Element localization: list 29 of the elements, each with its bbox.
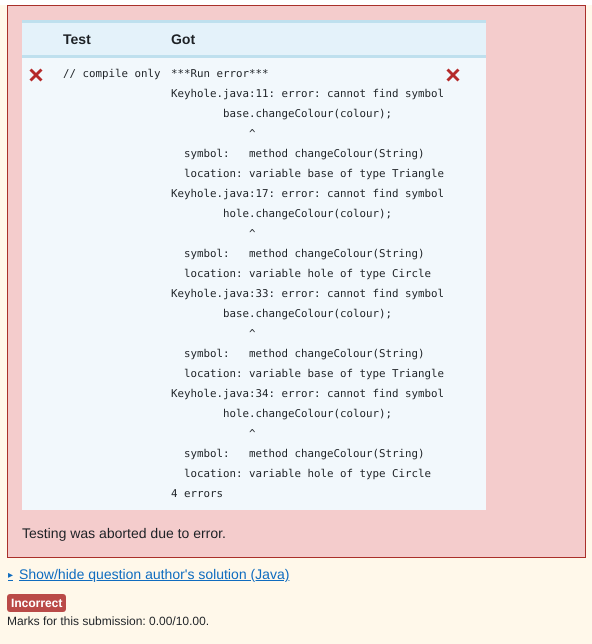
- error-message: Testing was aborted due to error.: [22, 525, 226, 541]
- output-line: 4 errors: [171, 486, 224, 502]
- output-line: base.changeColour(colour);: [222, 306, 392, 322]
- marks-text: Marks for this submission: 0.00/10.00.: [7, 614, 210, 628]
- output-line: hole.changeColour(colour);: [222, 206, 392, 222]
- output-line: Keyhole.java:17: error: cannot find symbol: [171, 186, 444, 202]
- output-line: hole.changeColour(colour);: [222, 406, 392, 422]
- output-line: location: variable hole of type Circle: [183, 266, 432, 282]
- output-line: symbol: method changeColour(String): [183, 146, 425, 162]
- output-line: ^: [248, 226, 256, 242]
- output-line: ^: [248, 126, 256, 142]
- test-cell-text: // compile only: [63, 66, 161, 82]
- grade-badge: Incorrect: [7, 594, 66, 612]
- output-line: ^: [248, 426, 256, 442]
- output-line: ^: [248, 326, 256, 342]
- output-line: symbol: method changeColour(String): [183, 346, 425, 362]
- output-line: Keyhole.java:34: error: cannot find symbol: [171, 386, 444, 402]
- output-line: symbol: method changeColour(String): [183, 246, 425, 262]
- output-line: symbol: method changeColour(String): [183, 446, 425, 462]
- output-line: base.changeColour(colour);: [222, 106, 392, 122]
- output-line: location: variable base of type Triangle: [183, 366, 444, 382]
- column-header: Test: [63, 31, 91, 47]
- output-line: ***Run error***: [171, 66, 269, 82]
- solution-link[interactable]: ▸ Show/hide question author's solution (Java): [8, 566, 290, 582]
- output-line: location: variable hole of type Circle: [183, 466, 432, 482]
- output-line: Keyhole.java:11: error: cannot find symbol: [171, 86, 444, 102]
- output-line: Keyhole.java:33: error: cannot find symbol: [171, 286, 444, 302]
- output-line: location: variable base of type Triangle: [183, 166, 444, 182]
- column-header: Got: [171, 31, 196, 47]
